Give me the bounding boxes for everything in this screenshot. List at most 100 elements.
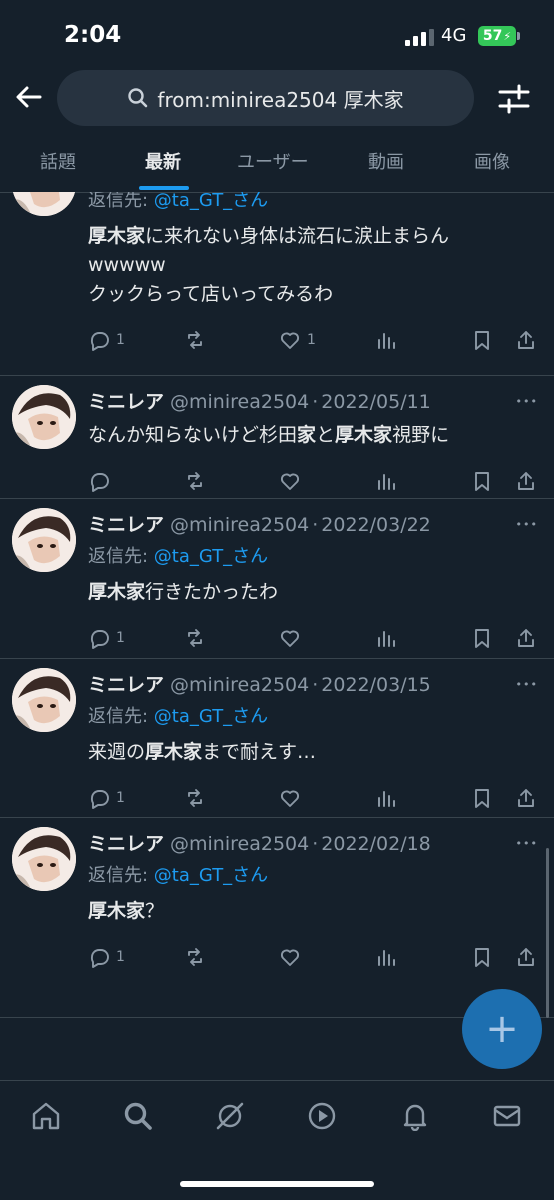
- reply-button[interactable]: 1: [88, 627, 125, 649]
- tab-images[interactable]: 画像: [474, 148, 510, 174]
- retweet-button[interactable]: [184, 470, 206, 492]
- search-icon: [128, 88, 148, 108]
- more-icon[interactable]: •••: [516, 837, 538, 850]
- reply-mention[interactable]: @ta_GT_さん: [154, 865, 268, 886]
- share-button[interactable]: [515, 329, 537, 351]
- more-icon[interactable]: •••: [516, 395, 538, 408]
- tweet-feed: ミニレア@minirea2504·2022/05/11•••返信先: @ta_G…: [0, 192, 554, 1080]
- explore-icon[interactable]: [123, 1101, 153, 1131]
- grok-icon[interactable]: [215, 1101, 245, 1131]
- bookmark-button[interactable]: [471, 946, 493, 968]
- like-button[interactable]: [279, 470, 301, 492]
- author-name[interactable]: ミニレア: [88, 391, 164, 413]
- reply-context: 返信先: @ta_GT_さん: [88, 861, 268, 887]
- arrow-left-icon[interactable]: [14, 82, 44, 112]
- bookmark-button[interactable]: [471, 627, 493, 649]
- views-button[interactable]: [375, 627, 397, 649]
- notifications-icon[interactable]: [400, 1101, 430, 1131]
- retweet-button[interactable]: [184, 627, 206, 649]
- avatar[interactable]: [12, 192, 76, 216]
- retweet-button[interactable]: [184, 946, 206, 968]
- author-handle[interactable]: @minirea2504: [170, 674, 309, 696]
- home-icon[interactable]: [31, 1101, 61, 1131]
- video-icon[interactable]: [307, 1101, 337, 1131]
- share-icon: [518, 948, 534, 966]
- tweet-date[interactable]: 2022/03/22: [321, 514, 431, 536]
- reply-mention[interactable]: @ta_GT_さん: [154, 546, 268, 567]
- tweet-date[interactable]: 2022/03/15: [321, 674, 431, 696]
- author-name[interactable]: ミニレア: [88, 833, 164, 855]
- views-button[interactable]: [375, 470, 397, 492]
- author-name[interactable]: ミニレア: [88, 514, 164, 536]
- scrollbar[interactable]: [546, 848, 549, 1018]
- reply-icon: [90, 473, 109, 492]
- tweet[interactable]: ミニレア @minirea2504 · 2022/03/15 ••• 返信先: @ta_G…: [0, 658, 554, 818]
- share-button[interactable]: [515, 470, 537, 492]
- reply-button[interactable]: [88, 470, 110, 492]
- avatar[interactable]: [12, 668, 76, 732]
- battery-indicator: 57 ⚡: [478, 26, 516, 46]
- author-handle[interactable]: @minirea2504: [170, 391, 309, 413]
- bookmark-button[interactable]: [471, 470, 493, 492]
- highlight-term: 厚木家: [88, 225, 146, 247]
- views-button[interactable]: [375, 329, 397, 351]
- views-icon: [378, 950, 395, 966]
- text-run: と: [316, 424, 336, 446]
- views-button[interactable]: [375, 946, 397, 968]
- more-icon[interactable]: •••: [516, 518, 538, 531]
- reply-button[interactable]: 1: [88, 787, 125, 809]
- like-button[interactable]: 1: [279, 329, 316, 351]
- tweet-text: なんか知らないけど杉田家と厚木家視野に: [88, 421, 528, 450]
- tab-users[interactable]: ユーザー: [237, 148, 309, 174]
- status-bar: 2:04 4G 57 ⚡: [0, 0, 554, 70]
- status-time: 2:04: [64, 22, 122, 48]
- share-button[interactable]: [515, 787, 537, 809]
- reply-icon: [90, 790, 109, 809]
- tweet[interactable]: ミニレア @minirea2504 · 2022/05/11 ••• なんか知らないけど杉…: [0, 375, 554, 499]
- tab-latest[interactable]: 最新: [145, 148, 181, 174]
- share-icon: [518, 629, 534, 647]
- like-button[interactable]: [279, 627, 301, 649]
- reply-button[interactable]: 1: [88, 946, 125, 968]
- bookmark-button[interactable]: [471, 787, 493, 809]
- reply-mention[interactable]: @ta_GT_さん: [154, 706, 268, 727]
- views-button[interactable]: [375, 787, 397, 809]
- share-button[interactable]: [515, 946, 537, 968]
- like-icon: [280, 790, 300, 807]
- tweet[interactable]: ミニレア @minirea2504 · 2022/03/22 ••• 返信先: @ta_G…: [0, 498, 554, 659]
- author-handle[interactable]: @minirea2504: [170, 514, 309, 536]
- search-input[interactable]: from:minirea2504 厚木家: [57, 70, 474, 126]
- text-run: クックらって店いってみるわ: [88, 283, 334, 305]
- tweet-date[interactable]: 2022/02/18: [321, 833, 431, 855]
- like-button[interactable]: [279, 946, 301, 968]
- like-button[interactable]: [279, 787, 301, 809]
- tweet[interactable]: ミニレア@minirea2504·2022/05/11•••返信先: @ta_G…: [0, 192, 554, 376]
- share-button[interactable]: [515, 627, 537, 649]
- tweet-header: ミニレア @minirea2504 · 2022/03/15: [88, 670, 431, 697]
- avatar[interactable]: [12, 385, 76, 449]
- retweet-button[interactable]: [184, 787, 206, 809]
- avatar[interactable]: [12, 508, 76, 572]
- tab-videos[interactable]: 動画: [368, 148, 404, 174]
- avatar[interactable]: [12, 827, 76, 891]
- text-run: まで耐えす…: [202, 741, 317, 763]
- tab-topics[interactable]: 話題: [40, 148, 76, 174]
- reply-mention[interactable]: @ta_GT_さん: [154, 192, 268, 211]
- messages-icon[interactable]: [492, 1101, 522, 1131]
- search-query: from:minirea2504 厚木家: [157, 87, 404, 112]
- tweet-actions: [88, 470, 543, 500]
- more-icon[interactable]: •••: [516, 678, 538, 691]
- author-name[interactable]: ミニレア: [88, 674, 164, 696]
- bookmark-button[interactable]: [471, 329, 493, 351]
- retweet-button[interactable]: [184, 329, 206, 351]
- tweet[interactable]: ミニレア @minirea2504 · 2022/02/18 ••• 返信先: @ta_G…: [0, 817, 554, 1018]
- reply-button[interactable]: 1: [88, 329, 125, 351]
- author-handle[interactable]: @minirea2504: [170, 833, 309, 855]
- views-icon: [378, 631, 395, 647]
- reply-label: 返信先:: [88, 546, 154, 567]
- like-count: 1: [307, 332, 316, 348]
- tweet-date[interactable]: 2022/05/11: [321, 391, 431, 413]
- bookmark-icon: [475, 789, 489, 808]
- compose-button[interactable]: +: [462, 989, 542, 1069]
- filter-icon[interactable]: [497, 82, 531, 116]
